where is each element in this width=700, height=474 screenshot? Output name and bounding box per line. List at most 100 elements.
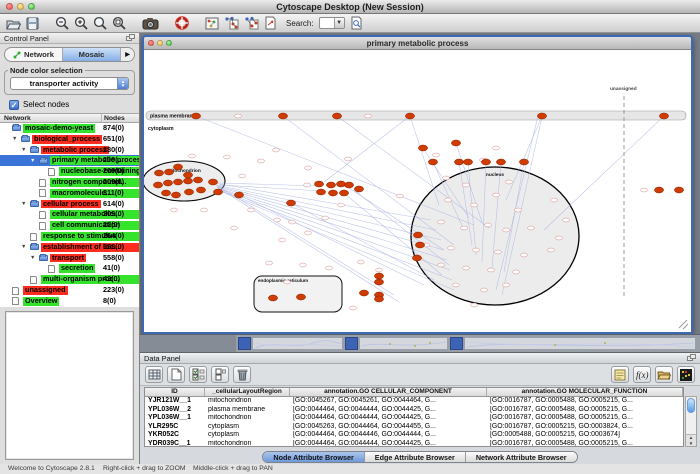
tree-item[interactable]: ▼biological_process651(0) [0,134,139,145]
network-node-outline[interactable] [471,203,478,207]
tree-item[interactable]: nucleobase-containing...209(0) [0,166,139,177]
tree-item-label[interactable]: establishment of loc... [41,243,139,252]
network-node[interactable] [286,200,295,206]
network-node[interactable] [519,159,528,165]
tree-item[interactable]: unassigned223(0) [0,285,139,296]
network-view-window[interactable]: primary metabolic process plasma membran… [142,35,693,334]
tree-item[interactable]: ▼cellular process614(0) [0,199,139,210]
table-row[interactable]: YPL036W__2plasma membrane[GO:0044464, GO… [145,406,683,415]
network-node-outline[interactable] [641,188,648,192]
layout-network-b-icon[interactable] [244,15,259,31]
network-node-outline[interactable] [493,146,500,150]
network-node-outline[interactable] [284,280,291,284]
tree-item-label[interactable]: multi-organism proc... [41,275,139,284]
network-node[interactable] [374,279,383,285]
network-node-outline[interactable] [248,208,255,212]
tab-network-attribute-browser[interactable]: Network Attribute Browser [466,452,577,462]
network-node-outline[interactable] [463,266,470,270]
network-edge[interactable] [214,183,431,220]
network-node-outline[interactable] [239,174,246,178]
delete-attribute-trash-icon[interactable] [233,366,251,383]
unselect-attributes-icon[interactable] [211,366,229,383]
save-session-icon[interactable] [26,15,39,31]
network-node-outline[interactable] [365,114,372,118]
background-window[interactable] [464,337,696,350]
network-node-outline[interactable] [485,223,492,227]
network-node[interactable] [196,187,205,193]
network-node-outline[interactable] [438,263,445,267]
attribute-table-icon[interactable] [145,366,163,383]
network-node[interactable] [173,164,182,170]
table-scrollbar[interactable]: ▲▼ [685,396,697,447]
scrollbar-thumb[interactable] [687,398,695,413]
network-node-outline[interactable] [521,253,528,257]
network-node-outline[interactable] [445,198,452,202]
tree-item-label[interactable]: biological_process [32,135,102,144]
tree-item-label[interactable]: metabolic process [41,146,109,155]
network-node-outline[interactable] [443,176,450,180]
close-icon[interactable] [6,3,13,10]
network-node-outline[interactable] [224,155,231,159]
network-node[interactable] [481,159,490,165]
network-node[interactable] [463,159,472,165]
close-icon[interactable] [148,40,154,46]
network-node[interactable] [154,170,163,176]
select-nodes-checkbox[interactable]: ✓ [9,100,19,110]
network-node-outline[interactable] [503,228,510,232]
birdseye-view-icon[interactable] [205,15,219,31]
network-node[interactable] [163,180,172,186]
network-node-outline[interactable] [503,283,510,287]
maximize-icon[interactable] [28,3,35,10]
network-edge[interactable] [544,116,664,230]
birdseye-overview-pane[interactable] [5,311,134,460]
zoom-selected-icon[interactable] [112,15,126,31]
tree-item-label[interactable]: primary metabolic process [50,156,139,165]
tree-item[interactable]: mosaic-demo-yeast874(0) [0,123,139,134]
network-node-outline[interactable] [189,154,196,158]
network-node[interactable] [278,113,287,119]
network-node[interactable] [314,181,323,187]
network-node[interactable] [359,290,368,296]
network-node[interactable] [234,192,243,198]
search-options-icon[interactable] [350,15,363,31]
import-attributes-folder-icon[interactable] [655,366,673,383]
network-node-outline[interactable] [171,208,178,212]
create-attribute-icon[interactable] [167,366,185,383]
network-node-outline[interactable] [345,157,352,161]
tree-item-label[interactable]: mosaic-demo-yeast [23,124,95,133]
network-node[interactable] [454,159,463,165]
network-node[interactable] [161,190,170,196]
resize-grip-icon[interactable] [679,320,688,329]
table-row[interactable]: YKR052Ccytoplasm[GO:0044464, GO:0044446,… [145,431,683,440]
network-node[interactable] [336,181,345,187]
combo-stepper-icon[interactable]: ▲▼ [117,78,128,89]
network-node-outline[interactable] [397,194,404,198]
column-header[interactable]: annotation.GO CELLULAR_COMPONENT [290,388,487,396]
network-node-outline[interactable] [273,148,280,152]
table-row[interactable]: YLR295Ccytoplasm[GO:0045263, GO:0044464,… [145,423,683,432]
table-row[interactable]: YDR039C__1mitochondrion[GO:0044464, GO:0… [145,440,683,447]
tree-item[interactable]: response to stimulus264(0) [0,231,139,242]
tab-mosaic[interactable]: Mosaic [63,48,121,61]
network-node-outline[interactable] [481,288,488,292]
background-window-handle[interactable] [450,337,463,350]
network-node-outline[interactable] [258,159,265,163]
zoom-out-icon[interactable] [55,15,69,31]
network-node-outline[interactable] [305,231,312,235]
zoom-fit-icon[interactable] [93,15,107,31]
network-node-outline[interactable] [461,226,468,230]
expander-icon[interactable]: ▼ [21,244,26,250]
minimize-icon[interactable] [157,40,163,46]
network-node-outline[interactable] [338,203,345,207]
tree-item-label[interactable]: Overview [23,297,59,306]
network-node-outline[interactable] [488,268,495,272]
help-lifebuoy-icon[interactable] [175,15,189,31]
attribute-table-header[interactable]: ID_cellularLayoutRegionannotation.GO CEL… [145,388,683,397]
network-node[interactable] [418,145,427,151]
column-header[interactable]: ID [145,388,205,396]
open-session-icon[interactable] [6,15,21,31]
tab-node-attribute-browser[interactable]: Node Attribute Browser [263,452,364,462]
maximize-icon[interactable] [166,40,172,46]
network-node-outline[interactable] [463,183,470,187]
network-node[interactable] [344,182,353,188]
